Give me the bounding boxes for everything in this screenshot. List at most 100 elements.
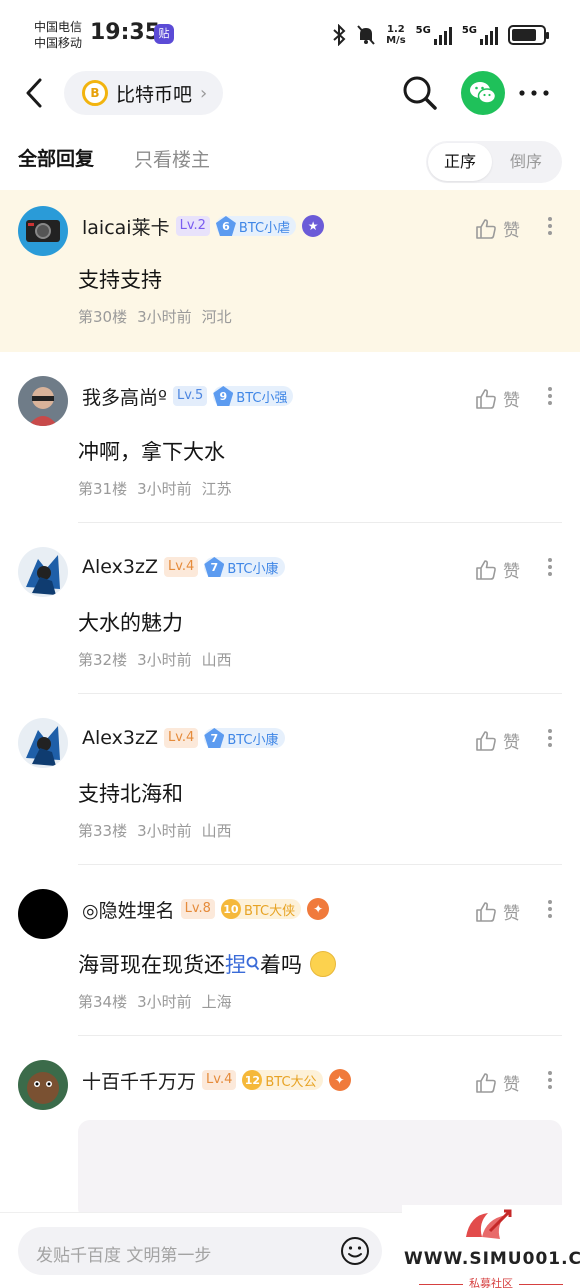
comment-meta: 第31楼 3小时前 江苏: [78, 478, 232, 499]
gamepad-badge-icon: ✦: [307, 898, 330, 920]
comment-meta: 第32楼 3小时前 山西: [78, 649, 232, 670]
comment-meta: 第30楼 3小时前 河北: [78, 306, 232, 327]
floor-number: 第32楼: [78, 651, 128, 669]
post-time: 3小时前: [137, 480, 192, 498]
like-label: 赞: [503, 221, 520, 241]
floor-number: 第33楼: [78, 822, 128, 840]
worried-face-emoji: [310, 951, 336, 977]
level-badge: Lv.4: [163, 728, 199, 748]
search-icon[interactable]: [246, 956, 260, 972]
comment-item: ◎隐姓埋名 Lv.8 10 BTC大侠 ✦ 赞 海哥现在现货还 捏 着吗 第34楼…: [0, 865, 580, 1036]
post-time: 3小时前: [137, 822, 192, 840]
like-button[interactable]: 赞: [474, 386, 520, 411]
avatar[interactable]: [18, 547, 68, 597]
back-arrow-icon[interactable]: [20, 76, 50, 110]
status-bar: 中国电信 中国移动 19:35 贴 1.2 M/s 5G 5G: [0, 0, 580, 62]
diamond-icon: 6: [215, 216, 236, 236]
chevron-right-icon: ›: [200, 82, 208, 104]
user-info-row: 十百千千万万 Lv.4 12 BTC大公 ✦: [82, 1066, 351, 1094]
tab-op-only[interactable]: 只看楼主: [134, 145, 210, 172]
watermark-subtitle: 私募社区: [402, 1275, 580, 1288]
tieba-app-icon: 贴: [154, 24, 174, 44]
carrier-info: 中国电信 中国移动: [34, 19, 82, 51]
reply-input[interactable]: 发贴千百度 文明第一步: [18, 1227, 382, 1275]
avatar[interactable]: [18, 206, 68, 256]
comment-item: 我多高尚º Lv.5 9 BTC小强 赞 冲啊，拿下大水 第31楼 3小时前 江苏: [0, 352, 580, 523]
thumbs-up-icon: [476, 218, 496, 239]
username[interactable]: 十百千千万万: [82, 1067, 196, 1094]
forum-entry[interactable]: B 比特币吧 ›: [64, 71, 224, 115]
forum-title-badge: 12 BTC大公: [242, 1070, 323, 1090]
forum-title-badge: 10 BTC大侠: [220, 899, 302, 919]
ip-location: 山西: [201, 651, 232, 669]
avatar[interactable]: [18, 1060, 68, 1110]
comment-item: laicai莱卡 Lv.2 6 BTC小虐 ★ 赞 支持支持 第30楼 3小时前 …: [0, 190, 580, 352]
comment-item: Alex3zZ Lv.4 7 BTC小康 赞 支持北海和 第33楼 3小时前 山西: [0, 694, 580, 865]
tab-all-replies[interactable]: 全部回复: [18, 144, 94, 171]
sort-toggle: 正序 倒序: [426, 141, 562, 183]
watermark-logo-icon: [466, 1209, 512, 1239]
username[interactable]: Alex3zZ: [82, 727, 158, 749]
emoji-icon[interactable]: [340, 1236, 370, 1266]
level-badge: Lv.2: [175, 216, 210, 236]
thumbs-up-icon: [476, 388, 496, 409]
comment-text: 大水的魅力: [78, 611, 183, 635]
carrier-2: 中国移动: [34, 36, 83, 50]
comment-more-icon[interactable]: [540, 1068, 560, 1098]
like-label: 赞: [503, 733, 520, 753]
watermark-url: WWW.SIMU001.CN: [404, 1249, 580, 1269]
ip-location: 山西: [201, 822, 232, 840]
avatar[interactable]: [18, 718, 68, 768]
wechat-icon: [470, 82, 497, 104]
star-badge-icon: ★: [302, 215, 325, 237]
keyword-search-link[interactable]: 捏: [225, 949, 246, 979]
sort-ascending-button[interactable]: 正序: [428, 143, 492, 181]
post-time: 3小时前: [137, 993, 192, 1011]
gamepad-badge-icon: ✦: [328, 1069, 351, 1091]
more-options-icon[interactable]: [516, 78, 552, 108]
user-info-row: Alex3zZ Lv.4 7 BTC小康: [82, 724, 285, 752]
username[interactable]: 我多高尚º: [82, 383, 167, 410]
floor-number: 第31楼: [78, 480, 128, 498]
post-time: 3小时前: [137, 308, 192, 326]
thumbs-up-icon: [476, 1072, 496, 1093]
medal-icon: 10: [220, 899, 241, 919]
comment-more-icon[interactable]: [540, 897, 560, 927]
thumbs-up-icon: [476, 730, 496, 751]
wechat-share-button[interactable]: [461, 71, 505, 115]
comment-text: 支持北海和: [78, 782, 183, 806]
comment-more-icon[interactable]: [540, 214, 560, 244]
reply-placeholder: 发贴千百度 文明第一步: [36, 1246, 212, 1266]
comment-more-icon[interactable]: [540, 726, 560, 756]
floor-number: 第30楼: [78, 308, 128, 326]
like-label: 赞: [503, 391, 520, 411]
reply-filter-bar: 全部回复 只看楼主 正序 倒序: [0, 124, 580, 190]
avatar[interactable]: [18, 376, 68, 426]
bitcoin-logo-icon: B: [82, 80, 108, 106]
user-info-row: ◎隐姓埋名 Lv.8 10 BTC大侠 ✦: [82, 895, 330, 923]
comment-more-icon[interactable]: [540, 384, 560, 414]
username[interactable]: laicai莱卡: [82, 213, 170, 240]
forum-title-badge: 7 BTC小康: [204, 557, 285, 577]
status-icons: 1.2 M/s 5G 5G: [332, 22, 549, 48]
ip-location: 江苏: [201, 480, 232, 498]
comment-more-icon[interactable]: [540, 555, 560, 585]
like-button[interactable]: 赞: [474, 728, 520, 753]
like-label: 赞: [503, 1075, 520, 1095]
username[interactable]: ◎隐姓埋名: [82, 896, 175, 923]
search-icon[interactable]: [400, 73, 440, 113]
like-label: 赞: [503, 904, 520, 924]
comment-meta: 第33楼 3小时前 山西: [78, 820, 232, 841]
like-label: 赞: [503, 562, 520, 582]
like-button[interactable]: 赞: [474, 216, 520, 241]
level-badge: Lv.8: [180, 899, 215, 919]
thumbs-up-icon: [476, 559, 496, 580]
like-button[interactable]: 赞: [474, 1070, 520, 1095]
like-button[interactable]: 赞: [474, 557, 520, 582]
avatar[interactable]: [18, 889, 68, 939]
username[interactable]: Alex3zZ: [82, 556, 158, 578]
sort-descending-button[interactable]: 倒序: [494, 143, 558, 181]
like-button[interactable]: 赞: [474, 899, 520, 924]
status-time: 19:35: [90, 20, 161, 45]
user-info-row: laicai莱卡 Lv.2 6 BTC小虐 ★: [82, 212, 325, 240]
